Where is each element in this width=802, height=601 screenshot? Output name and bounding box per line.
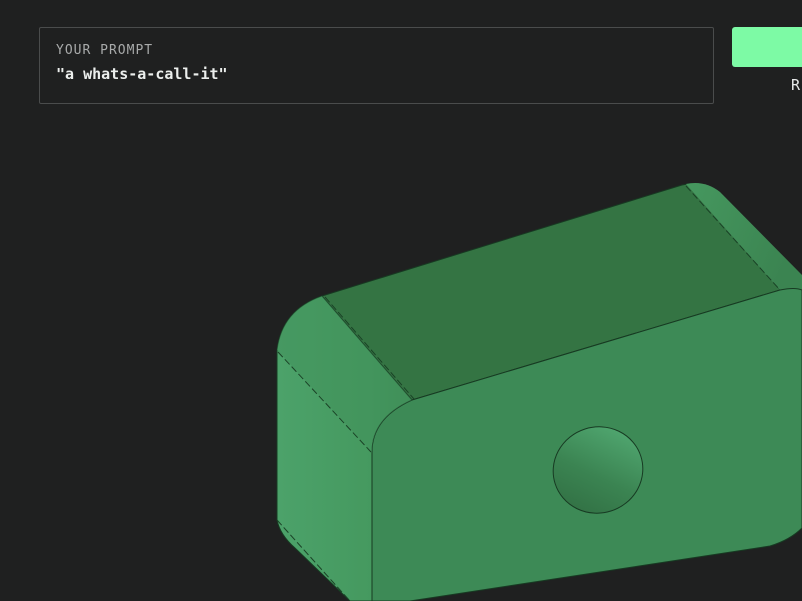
action-caption: R bbox=[791, 76, 801, 94]
3d-viewport[interactable] bbox=[0, 110, 802, 601]
generate-button[interactable] bbox=[732, 27, 802, 67]
prompt-box: YOUR PROMPT "a whats-a-call-it" bbox=[39, 27, 714, 104]
prompt-text[interactable]: "a whats-a-call-it" bbox=[56, 65, 697, 83]
3d-model-render bbox=[276, 183, 802, 601]
prompt-label: YOUR PROMPT bbox=[56, 43, 154, 58]
